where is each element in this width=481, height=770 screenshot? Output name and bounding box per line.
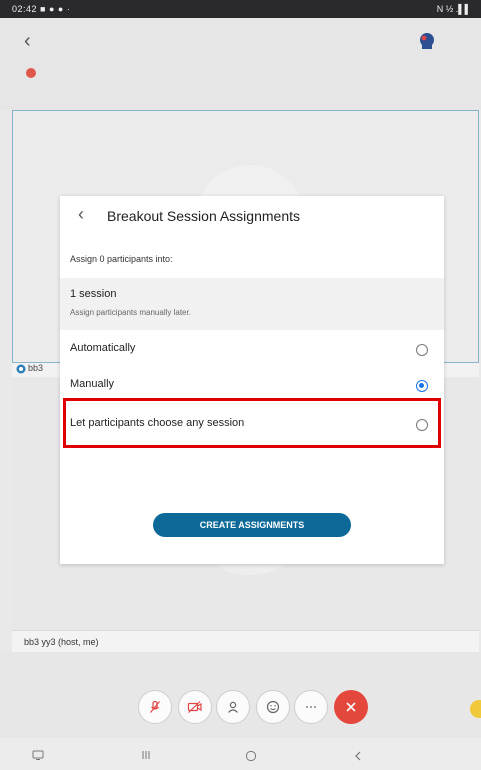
radio-automatically[interactable]: [416, 344, 428, 356]
reactions-button[interactable]: [256, 690, 290, 724]
home-icon[interactable]: [245, 750, 257, 762]
self-tile-name: bb3 yy3 (host, me): [24, 637, 99, 647]
session-count-row[interactable]: [60, 278, 444, 330]
status-time: 02:42 ■ ● ● ·: [12, 4, 71, 14]
screenshot-icon[interactable]: [32, 750, 44, 760]
mute-button[interactable]: [138, 690, 172, 724]
highlight-box: [63, 398, 441, 448]
participants-button[interactable]: [216, 690, 250, 724]
option-manually-label[interactable]: Manually: [70, 378, 114, 390]
back-arrow-icon[interactable]: ‹: [24, 30, 31, 53]
dialog-title: Breakout Session Assignments: [107, 208, 300, 224]
status-bar: 02:42 ■ ● ● · N ½ .▌▌: [0, 0, 481, 18]
assign-participants-label: Assign 0 participants into:: [70, 254, 173, 264]
camera-off-icon: [187, 701, 202, 713]
connection-status-icon: [16, 364, 26, 374]
recent-apps-icon[interactable]: [140, 750, 152, 760]
system-back-icon[interactable]: [353, 750, 363, 762]
meeting-header: [0, 18, 481, 110]
leave-meeting-button[interactable]: [334, 690, 368, 724]
video-tile-name: bb3: [28, 363, 44, 373]
recording-indicator-icon: [26, 68, 36, 78]
dialog-back-icon[interactable]: ‹: [78, 204, 84, 225]
person-icon: [228, 701, 238, 713]
system-navigation-bar: [0, 738, 481, 770]
session-hint: Assign participants manually later.: [70, 308, 191, 317]
status-icons: N ½ .▌▌: [436, 4, 471, 14]
video-toggle-button[interactable]: [178, 690, 212, 724]
participant-avatar-icon[interactable]: [418, 32, 436, 50]
more-options-button[interactable]: [294, 690, 328, 724]
radio-manually[interactable]: [416, 380, 428, 392]
microphone-muted-icon: [150, 700, 160, 713]
breakout-assignment-dialog: [60, 196, 444, 564]
smiley-icon: [266, 700, 280, 714]
create-assignments-button[interactable]: CREATE ASSIGNMENTS: [153, 513, 351, 537]
option-automatically-label[interactable]: Automatically: [70, 342, 135, 354]
close-icon: [346, 702, 356, 712]
ellipsis-icon: [306, 706, 316, 708]
emoji-edge-icon[interactable]: [470, 700, 481, 718]
session-count: 1 session: [70, 288, 117, 300]
